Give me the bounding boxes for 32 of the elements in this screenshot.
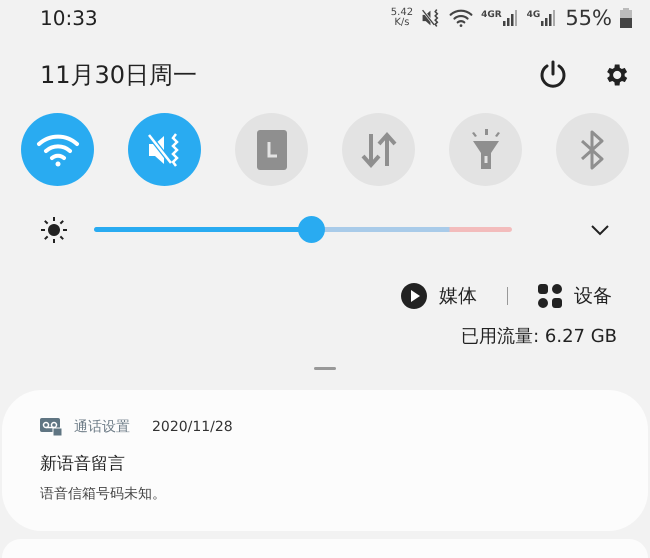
notification-title: 新语音留言 (40, 452, 126, 475)
devices-button[interactable]: 设备 (538, 282, 612, 309)
network-type-label: 4G (526, 10, 540, 20)
brightness-icon (40, 216, 68, 244)
battery-icon (620, 8, 632, 28)
notification-body: 语音信箱号码未知。 (40, 484, 167, 503)
signal-bars-icon (502, 10, 519, 26)
drag-handle[interactable] (314, 366, 336, 370)
wifi-icon (449, 8, 474, 28)
play-icon (401, 282, 427, 309)
signal-bars-icon (541, 10, 558, 26)
network-type-label: 4GR (481, 10, 502, 20)
network-speed: 5.42 K/s (390, 8, 414, 28)
clock-screen-icon (256, 130, 286, 170)
data-usage-label: 已用流量: 6.27 GB (461, 326, 617, 347)
notification-card[interactable]: 通话设置 2020/11/28 新语音留言 语音信箱号码未知。 (2, 390, 648, 531)
bluetooth-icon (580, 130, 606, 170)
wifi-icon (36, 132, 80, 168)
mute-vibrate-icon (421, 8, 442, 28)
app-name: 通话设置 (74, 418, 130, 436)
data-arrows-icon (360, 132, 398, 168)
notification-date: 2020/11/28 (152, 418, 233, 435)
devices-grid-icon (538, 284, 562, 308)
power-button[interactable] (538, 60, 568, 90)
brightness-slider[interactable] (94, 216, 512, 244)
voicemail-icon (40, 418, 62, 436)
battery-percent: 55% (565, 6, 612, 30)
slider-thumb[interactable] (298, 216, 326, 244)
media-button[interactable]: 媒体 (401, 282, 477, 309)
status-time: 10:33 (40, 6, 98, 30)
expand-chevron[interactable] (590, 224, 610, 236)
date-label: 11月30日周一 (40, 60, 198, 91)
